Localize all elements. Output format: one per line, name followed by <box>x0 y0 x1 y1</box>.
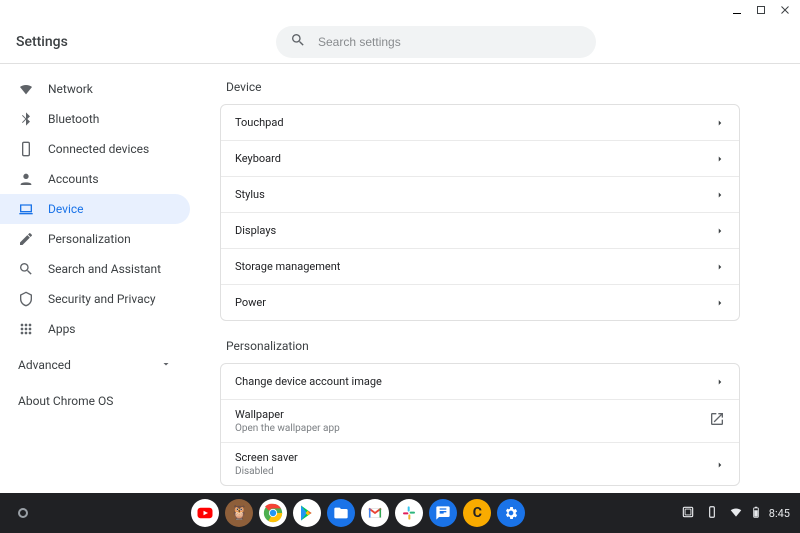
launcher-button[interactable] <box>18 508 28 518</box>
sidebar-item-accounts[interactable]: Accounts <box>0 164 190 194</box>
bluetooth-icon <box>18 111 34 127</box>
row-sublabel: Open the wallpaper app <box>235 423 340 434</box>
person-icon <box>18 171 34 187</box>
row-sublabel: Disabled <box>235 466 298 477</box>
window-titlebar <box>0 0 800 20</box>
laptop-icon <box>18 201 34 217</box>
app-title: Settings <box>16 34 226 50</box>
row-storage-management[interactable]: Storage management <box>221 248 739 284</box>
sidebar-item-network[interactable]: Network <box>0 74 190 104</box>
row-keyboard[interactable]: Keyboard <box>221 140 739 176</box>
row-screen-saver[interactable]: Screen saver Disabled <box>221 442 739 485</box>
shelf-app-settings[interactable] <box>497 499 525 527</box>
sidebar-item-personalization[interactable]: Personalization <box>0 224 190 254</box>
sidebar-item-apps[interactable]: Apps <box>0 314 190 344</box>
shelf-app-c[interactable]: C <box>463 499 491 527</box>
shelf-app-owl[interactable]: 🦉 <box>225 499 253 527</box>
row-label: Change device account image <box>235 375 382 388</box>
maximize-button[interactable] <box>754 3 768 17</box>
row-label: Storage management <box>235 260 340 273</box>
tray-holding-space-icon[interactable] <box>681 505 695 522</box>
tray-phone-hub-icon[interactable] <box>705 505 719 522</box>
chevron-right-icon <box>715 185 725 204</box>
row-label: Displays <box>235 224 276 237</box>
wifi-icon <box>18 81 34 97</box>
row-label: Keyboard <box>235 152 281 165</box>
sidebar-item-label: Security and Privacy <box>48 292 156 306</box>
external-link-icon <box>709 411 725 431</box>
sidebar-item-label: Apps <box>48 322 76 336</box>
shelf-app-chrome[interactable] <box>259 499 287 527</box>
chevron-right-icon <box>715 113 725 132</box>
sidebar-item-label: Bluetooth <box>48 112 99 126</box>
chevron-right-icon <box>715 149 725 168</box>
chevron-right-icon <box>715 221 725 240</box>
shelf-app-youtube[interactable] <box>191 499 219 527</box>
sidebar-advanced-toggle[interactable]: Advanced <box>0 350 190 380</box>
row-change-account-image[interactable]: Change device account image <box>221 364 739 399</box>
search-icon <box>18 261 34 277</box>
sidebar-item-label: Accounts <box>48 172 99 186</box>
apps-icon <box>18 321 34 337</box>
sidebar-item-label: Search and Assistant <box>48 262 161 276</box>
section-title-personalization: Personalization <box>226 339 740 353</box>
row-power[interactable]: Power <box>221 284 739 320</box>
sidebar-item-label: Network <box>48 82 93 96</box>
row-displays[interactable]: Displays <box>221 212 739 248</box>
sidebar-advanced-label: Advanced <box>18 358 71 372</box>
row-label: Stylus <box>235 188 265 201</box>
main-content: Device Touchpad Keyboard Stylus Displays <box>200 64 800 493</box>
chevron-right-icon <box>715 372 725 391</box>
sidebar: Network Bluetooth Connected devices Acco… <box>0 64 200 493</box>
chevron-right-icon <box>715 257 725 276</box>
sidebar-item-label: Connected devices <box>48 142 149 156</box>
shelf-apps: 🦉 C <box>44 499 673 527</box>
phone-icon <box>18 141 34 157</box>
chevron-down-icon <box>160 358 172 373</box>
row-stylus[interactable]: Stylus <box>221 176 739 212</box>
pencil-icon <box>18 231 34 247</box>
search-icon <box>290 32 306 52</box>
sidebar-item-device[interactable]: Device <box>0 194 190 224</box>
row-wallpaper[interactable]: Wallpaper Open the wallpaper app <box>221 399 739 442</box>
sidebar-item-bluetooth[interactable]: Bluetooth <box>0 104 190 134</box>
shelf-app-slack[interactable] <box>395 499 423 527</box>
shield-icon <box>18 291 34 307</box>
app-header: Settings <box>0 20 800 64</box>
clock: 8:45 <box>769 507 790 520</box>
search-input[interactable] <box>318 35 582 49</box>
personalization-card: Change device account image Wallpaper Op… <box>220 363 740 486</box>
row-label: Touchpad <box>235 116 284 129</box>
shelf-app-messages[interactable] <box>429 499 457 527</box>
wifi-status-icon <box>729 505 743 522</box>
search-bar[interactable] <box>276 26 596 58</box>
row-label: Power <box>235 296 266 309</box>
sidebar-item-label: Device <box>48 202 84 216</box>
sidebar-about[interactable]: About Chrome OS <box>0 380 200 422</box>
system-tray[interactable]: 8:45 <box>681 505 790 522</box>
device-card: Touchpad Keyboard Stylus Displays Storag… <box>220 104 740 321</box>
shelf: 🦉 C 8:45 <box>0 493 800 533</box>
row-label: Wallpaper <box>235 408 340 421</box>
section-title-device: Device <box>226 80 740 94</box>
row-touchpad[interactable]: Touchpad <box>221 105 739 140</box>
shelf-app-files[interactable] <box>327 499 355 527</box>
close-button[interactable] <box>778 3 792 17</box>
minimize-button[interactable] <box>730 3 744 17</box>
row-label: Screen saver <box>235 451 298 464</box>
chevron-right-icon <box>715 293 725 312</box>
battery-status-icon <box>749 505 763 522</box>
shelf-app-play-store[interactable] <box>293 499 321 527</box>
sidebar-item-security-privacy[interactable]: Security and Privacy <box>0 284 190 314</box>
sidebar-item-label: Personalization <box>48 232 131 246</box>
sidebar-item-connected-devices[interactable]: Connected devices <box>0 134 190 164</box>
sidebar-item-search-assistant[interactable]: Search and Assistant <box>0 254 190 284</box>
shelf-app-gmail[interactable] <box>361 499 389 527</box>
chevron-right-icon <box>715 455 725 474</box>
